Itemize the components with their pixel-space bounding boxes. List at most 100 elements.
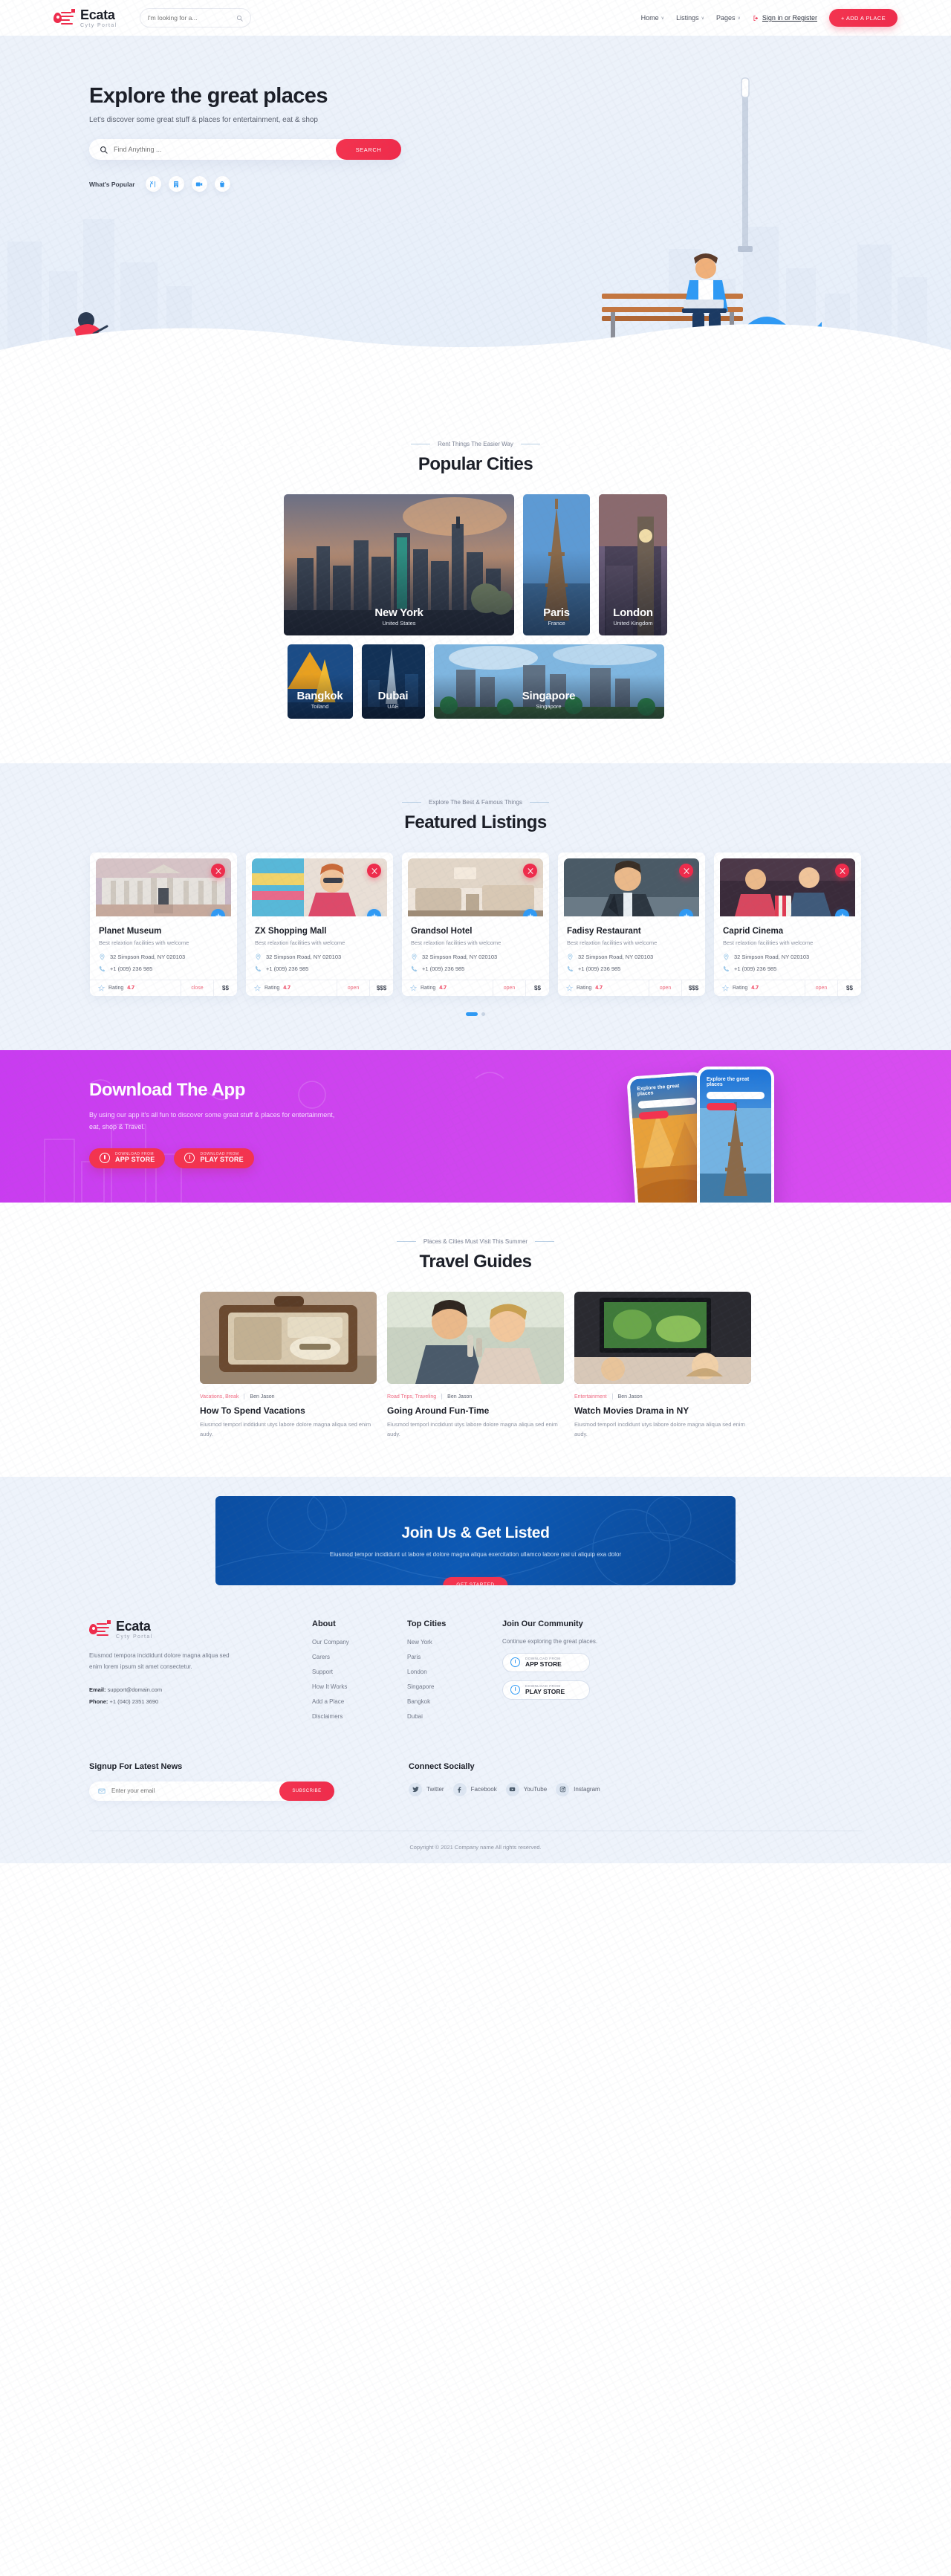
listing-card[interactable]: Fadisy Restaurant Best relaxtion facilit… [558,852,705,996]
city-card-paris[interactable]: Paris France [523,494,590,635]
listing-description: Best relaxtion facilities with welcome [411,939,502,946]
cinema-photo [720,858,855,916]
social-link-twitter[interactable]: Twitter [409,1782,444,1796]
listing-price: $$ [525,980,549,996]
listing-category-badge-restaurant[interactable] [523,864,537,878]
map-pin-icon [723,954,730,960]
guide-title[interactable]: Watch Movies Drama in NY [574,1405,751,1416]
listing-category-badge-restaurant[interactable] [367,864,381,878]
guide-title[interactable]: Going Around Fun-Time [387,1405,564,1416]
star-icon [253,984,262,991]
get-started-button[interactable]: GET STARTED [443,1576,508,1585]
city-card-singapore[interactable]: Singapore Singapore [433,644,664,719]
footer-city-paris[interactable]: Paris [407,1654,502,1660]
logo-mark-icon [89,1619,111,1639]
guide-card[interactable]: Vacations, Break Ben Jason How To Spend … [200,1292,377,1440]
category-hotel-icon[interactable] [168,176,184,192]
subscribe-button[interactable]: SUBSCRIBE [279,1781,334,1801]
listing-status: open [649,980,681,996]
footer-link-support[interactable]: Support [312,1669,407,1675]
city-card-london[interactable]: London United Kingdom [599,494,667,635]
listing-title: Grandsol Hotel [411,927,473,936]
brand-logo[interactable]: Ecata Cyty Portal [53,8,117,28]
listing-rating: Rating 4.7 [246,980,337,996]
footer-logo[interactable]: Ecata Cyty Portal [89,1619,312,1640]
guide-card[interactable]: Entertainment Ben Jason Watch Movies Dra… [574,1292,751,1440]
guide-tags: Vacations, Break Ben Jason [200,1394,377,1399]
search-icon [100,146,108,154]
add-a-place-button[interactable]: + ADD A PLACE [828,9,898,27]
city-card-new-york[interactable]: New York United States [284,494,514,635]
guide-tags: Road Trips, Traveling Ben Jason [387,1394,564,1399]
footer-bottom: Signup For Latest News SUBSCRIBE Connect… [89,1762,862,1801]
category-shopping-icon[interactable] [214,176,230,192]
listing-card[interactable]: Caprid Cinema Best relaxtion facilities … [714,852,861,996]
footer-email[interactable]: support@domain.com [108,1686,162,1693]
nav-item-listings[interactable]: Listings ∨ [676,14,704,22]
guide-category[interactable]: Vacations, Break [200,1394,238,1399]
category-restaurant-icon[interactable] [145,176,161,192]
site-footer: Ecata Cyty Portal Eiusmod tempora incidi… [0,1585,951,1863]
social-link-instagram[interactable]: Instagram [556,1782,600,1796]
footer-city-singapore[interactable]: Singapore [407,1683,502,1690]
play-store-button[interactable]: DOWNLOAD FROM PLAY STORE [174,1148,254,1168]
footer-link-our-company[interactable]: Our Company [312,1639,407,1645]
couple-photo [387,1292,564,1384]
guide-title[interactable]: How To Spend Vacations [200,1405,377,1416]
listing-card[interactable]: Grandsol Hotel Best relaxtion facilities… [402,852,549,996]
listing-rating-label: Rating [577,986,592,991]
footer-play-store-button[interactable]: DOWNLOAD FROM PLAY STORE [502,1680,590,1700]
guide-category[interactable]: Road Trips, Traveling [387,1394,436,1399]
listing-footer: Rating 4.7 open $$ [714,980,861,996]
featured-eyebrow: Explore The Best & Famous Things [0,799,951,806]
listing-image [720,858,855,916]
join-cta-banner: Join Us & Get Listed Eiusmod tempor inci… [215,1495,736,1585]
footer-city-new-york[interactable]: New York [407,1639,502,1645]
guide-author[interactable]: Ben Jason [447,1394,472,1399]
hero-search-bar[interactable]: SEARCH [89,139,401,160]
footer-city-london[interactable]: London [407,1669,502,1675]
hero-search-button[interactable]: SEARCH [336,139,401,160]
guide-image [387,1292,564,1384]
guide-author[interactable]: Ben Jason [250,1394,274,1399]
listing-card[interactable]: Planet Museum Best relaxtion facilities … [90,852,237,996]
footer-email-label: Email: [89,1686,106,1693]
listing-category-badge-restaurant[interactable] [211,864,225,878]
footer-phone[interactable]: +1 (040) 2351 3690 [110,1698,159,1705]
social-link-youtube[interactable]: YouTube [505,1782,547,1796]
carousel-dot-active[interactable] [466,1012,478,1016]
guides-grid: Vacations, Break Ben Jason How To Spend … [0,1292,951,1440]
listing-image [252,858,387,916]
signin-register-link[interactable]: Sign in or Register [753,14,817,22]
social-link-facebook[interactable]: Facebook [452,1782,497,1796]
nav-item-home[interactable]: Home ∨ [641,14,664,22]
listing-category-badge-restaurant[interactable] [679,864,693,878]
listing-card[interactable]: ZX Shopping Mall Best relaxtion faciliti… [246,852,393,996]
footer-brand-name: Ecata [116,1618,151,1634]
footer-link-disclaimers[interactable]: Disclaimers [312,1713,407,1720]
footer-app-store-button[interactable]: DOWNLOAD FROM APP STORE [502,1652,590,1672]
signup-form[interactable]: SUBSCRIBE [89,1781,334,1801]
city-card-dubai[interactable]: Dubai UAE [361,644,425,719]
guide-category[interactable]: Entertainment [574,1394,607,1399]
footer-link-carers[interactable]: Carers [312,1654,407,1660]
guide-card[interactable]: Road Trips, Traveling Ben Jason Going Ar… [387,1292,564,1440]
header-search-input[interactable] [147,14,232,22]
search-icon [236,15,243,22]
header-search-box[interactable] [139,8,251,27]
footer-city-dubai[interactable]: Dubai [407,1713,502,1720]
nav-item-pages[interactable]: Pages ∨ [716,14,741,22]
footer-city-bangkok[interactable]: Bangkok [407,1698,502,1705]
signup-email-input[interactable] [111,1787,279,1794]
listing-status: open [493,980,525,996]
app-store-button[interactable]: DOWNLOAD FROM APP STORE [89,1148,166,1168]
carousel-pagination[interactable] [0,1012,951,1016]
hero-search-input[interactable] [114,146,336,153]
footer-link-how-it-works[interactable]: How It Works [312,1683,407,1690]
footer-link-add-a-place[interactable]: Add a Place [312,1698,407,1705]
carousel-dot[interactable] [481,1012,485,1016]
city-card-bangkok[interactable]: Bangkok Toiland [287,644,353,719]
listing-category-badge-restaurant[interactable] [835,864,849,878]
guide-author[interactable]: Ben Jason [618,1394,643,1399]
category-cinema-icon[interactable] [191,176,207,192]
